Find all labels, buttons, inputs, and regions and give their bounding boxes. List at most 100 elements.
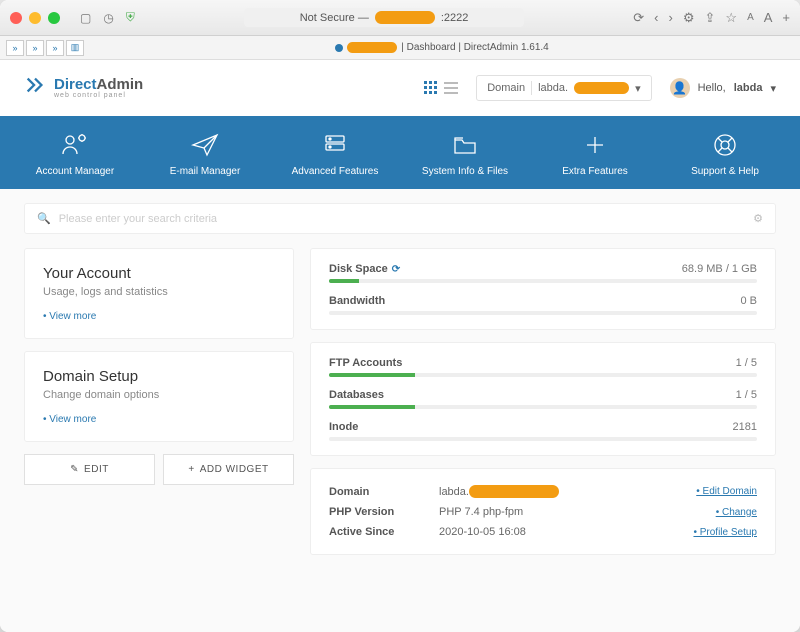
stat-label: Disk Space⟳ bbox=[329, 263, 400, 275]
redacted-domain bbox=[574, 82, 629, 94]
nav-advanced-features[interactable]: Advanced Features bbox=[270, 132, 400, 177]
nav-label: Support & Help bbox=[691, 166, 759, 177]
pencil-icon: ✎ bbox=[70, 464, 79, 475]
redacted-value bbox=[469, 485, 559, 498]
greeting: Hello, bbox=[698, 82, 726, 94]
progress-bar bbox=[329, 405, 757, 409]
nav-extra-features[interactable]: Extra Features bbox=[530, 132, 660, 177]
info-value: PHP 7.4 php-fpm bbox=[439, 506, 716, 518]
logo-chevrons-icon bbox=[24, 74, 46, 102]
pinned-tab[interactable]: ▥ bbox=[66, 40, 84, 56]
nav-label: Extra Features bbox=[562, 166, 628, 177]
text-size-large-icon[interactable]: A bbox=[764, 10, 773, 25]
info-label: Active Since bbox=[329, 526, 439, 538]
redacted-tab-host bbox=[347, 42, 397, 53]
view-more-link[interactable]: • View more bbox=[43, 414, 96, 425]
domain-value-prefix: labda. bbox=[538, 82, 568, 94]
user-menu[interactable]: 👤 Hello, labda ▾ bbox=[670, 78, 776, 98]
stat-row: Inode 2181 bbox=[329, 421, 757, 441]
stat-value: 1 / 5 bbox=[736, 389, 757, 401]
address-bar[interactable]: Not Secure — :2222 bbox=[135, 8, 633, 27]
add-widget-button[interactable]: + ADD WIDGET bbox=[163, 454, 294, 485]
new-tab-icon[interactable]: + bbox=[782, 10, 790, 25]
domain-setup-card: Domain Setup Change domain options • Vie… bbox=[24, 351, 294, 442]
lifebuoy-icon bbox=[710, 132, 740, 158]
back-icon[interactable]: ‹ bbox=[654, 10, 658, 25]
share-icon[interactable]: ⇪ bbox=[705, 10, 716, 26]
history-icon[interactable]: ◷ bbox=[103, 11, 113, 25]
paper-plane-icon bbox=[190, 132, 220, 158]
plus-icon bbox=[580, 132, 610, 158]
close-window-button[interactable] bbox=[10, 12, 22, 24]
search-bar[interactable]: 🔍 ⚙ bbox=[24, 203, 776, 234]
search-input[interactable] bbox=[59, 213, 745, 225]
progress-bar bbox=[329, 437, 757, 441]
main-nav: Account Manager E-mail Manager Advanced … bbox=[0, 116, 800, 189]
chevron-down-icon: ▾ bbox=[635, 82, 641, 95]
sidebar-toggle-icon[interactable]: ▢ bbox=[80, 11, 91, 25]
edit-button[interactable]: ✎ EDIT bbox=[24, 454, 155, 485]
tab-bar: » » » ▥ | Dashboard | DirectAdmin 1.61.4 bbox=[0, 36, 800, 60]
forward-icon[interactable]: › bbox=[669, 10, 673, 25]
nav-system-info[interactable]: System Info & Files bbox=[400, 132, 530, 177]
gear-icon[interactable]: ⚙ bbox=[683, 10, 695, 26]
info-label: Domain bbox=[329, 486, 439, 498]
info-row: PHP VersionPHP 7.4 php-fpm• Change bbox=[329, 502, 757, 522]
stat-value: 68.9 MB / 1 GB bbox=[682, 263, 757, 275]
tab-title-text: | Dashboard | DirectAdmin 1.61.4 bbox=[401, 42, 549, 53]
folder-icon bbox=[450, 132, 480, 158]
card-subtitle: Usage, logs and statistics bbox=[43, 286, 275, 298]
progress-bar bbox=[329, 279, 757, 283]
nav-label: System Info & Files bbox=[422, 166, 508, 177]
usage-stats-card: Disk Space⟳68.9 MB / 1 GBBandwidth0 B bbox=[310, 248, 776, 330]
stat-label: Inode bbox=[329, 421, 358, 433]
progress-bar bbox=[329, 373, 757, 377]
pinned-tab[interactable]: » bbox=[26, 40, 44, 56]
pinned-tab[interactable]: » bbox=[6, 40, 24, 56]
address-security-label: Not Secure — bbox=[300, 12, 369, 24]
info-action-link[interactable]: • Profile Setup bbox=[693, 527, 757, 538]
stat-label: FTP Accounts bbox=[329, 357, 402, 369]
users-gear-icon bbox=[60, 132, 90, 158]
nav-account-manager[interactable]: Account Manager bbox=[10, 132, 140, 177]
reload-icon[interactable]: ⟳ bbox=[633, 10, 644, 26]
card-title: Domain Setup bbox=[43, 368, 275, 385]
zoom-window-button[interactable] bbox=[48, 12, 60, 24]
search-icon: 🔍 bbox=[37, 212, 51, 225]
grid-view-icon[interactable] bbox=[424, 81, 438, 95]
card-title: Your Account bbox=[43, 265, 275, 282]
nav-email-manager[interactable]: E-mail Manager bbox=[140, 132, 270, 177]
stat-value: 0 B bbox=[740, 295, 757, 307]
domain-selector[interactable]: Domain labda. ▾ bbox=[476, 75, 651, 101]
info-action-link[interactable]: • Change bbox=[716, 507, 757, 518]
stat-row: Disk Space⟳ 68.9 MB / 1 GB bbox=[329, 263, 757, 283]
avatar: 👤 bbox=[670, 78, 690, 98]
shield-icon[interactable]: ⛨ bbox=[126, 10, 135, 25]
active-tab[interactable]: | Dashboard | DirectAdmin 1.61.4 bbox=[84, 42, 800, 53]
info-action-link[interactable]: • Edit Domain bbox=[696, 486, 757, 497]
progress-bar bbox=[329, 311, 757, 315]
refresh-icon[interactable]: ⟳ bbox=[392, 264, 400, 275]
stat-label: Databases bbox=[329, 389, 384, 401]
nav-support-help[interactable]: Support & Help bbox=[660, 132, 790, 177]
resource-stats-card: FTP Accounts1 / 5 Databases 1 / 5 Inode 2181 bbox=[310, 342, 776, 456]
logo[interactable]: DirectAdmin web control panel bbox=[24, 74, 143, 102]
app-header: DirectAdmin web control panel Domain lab… bbox=[0, 60, 800, 116]
pinned-tab[interactable]: » bbox=[46, 40, 64, 56]
view-more-link[interactable]: • View more bbox=[43, 311, 96, 322]
stat-value: 2181 bbox=[733, 421, 757, 433]
list-view-icon[interactable] bbox=[444, 81, 458, 95]
username: labda bbox=[734, 82, 763, 94]
info-row: Domainlabda.• Edit Domain bbox=[329, 481, 757, 502]
text-size-small-icon[interactable]: A bbox=[747, 12, 754, 23]
stat-row: FTP Accounts1 / 5 bbox=[329, 357, 757, 377]
minimize-window-button[interactable] bbox=[29, 12, 41, 24]
info-row: Active Since2020-10-05 16:08• Profile Se… bbox=[329, 522, 757, 542]
nav-label: Advanced Features bbox=[292, 166, 379, 177]
stat-row: Databases 1 / 5 bbox=[329, 389, 757, 409]
settings-gear-icon[interactable]: ⚙ bbox=[753, 212, 763, 225]
nav-label: Account Manager bbox=[36, 166, 114, 177]
bookmark-icon[interactable]: ☆ bbox=[725, 10, 737, 26]
plus-icon: + bbox=[188, 464, 194, 475]
server-icon bbox=[320, 132, 350, 158]
